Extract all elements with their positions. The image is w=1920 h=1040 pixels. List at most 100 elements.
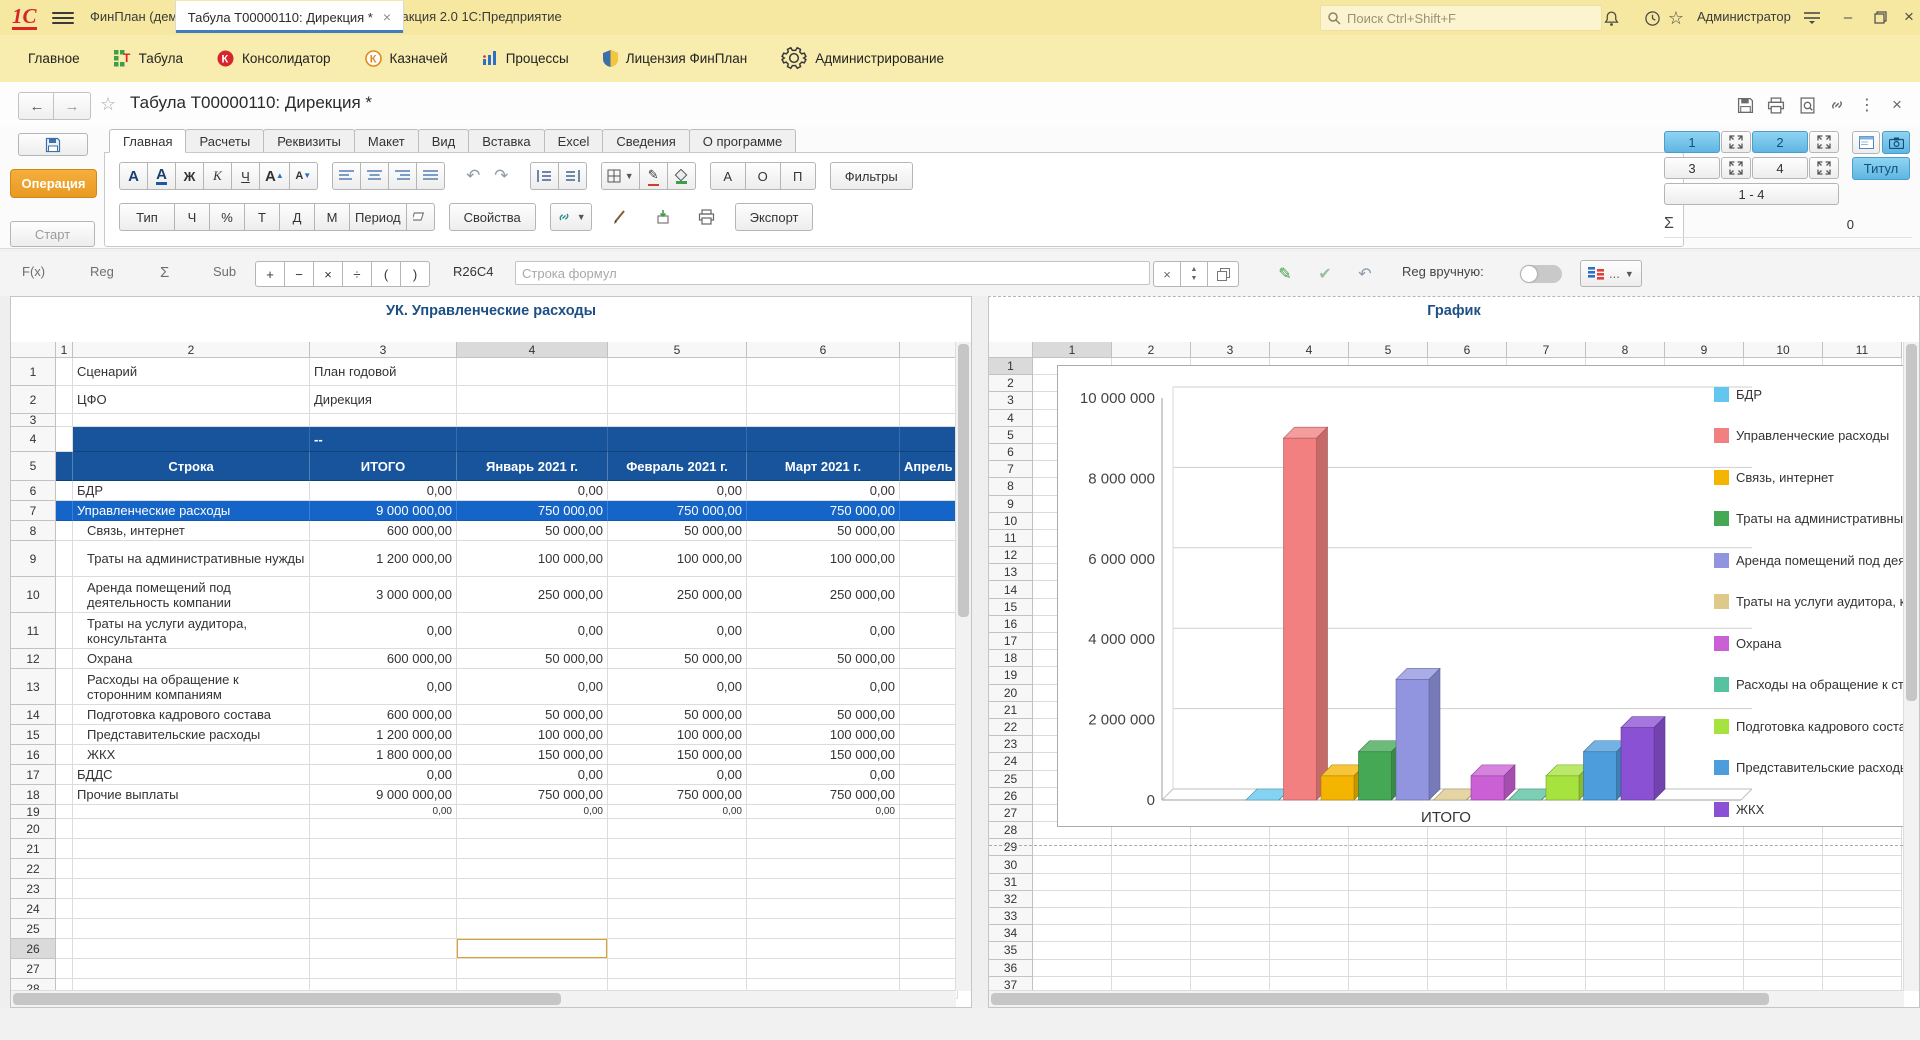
cell[interactable] [1507, 925, 1586, 942]
value-cell[interactable]: 0,00 [310, 481, 457, 501]
panel-view-button[interactable] [1852, 131, 1880, 154]
cell[interactable] [1112, 960, 1191, 977]
page-2-button[interactable]: 2 [1752, 131, 1808, 153]
row-header-10[interactable]: 10 [11, 577, 56, 613]
edit-formula-pencil-icon[interactable]: ✎ [1272, 262, 1298, 286]
menu-item-2[interactable]: ТТабула [100, 46, 197, 71]
preview-icon[interactable] [1794, 93, 1820, 117]
cell[interactable] [310, 859, 457, 879]
cell[interactable] [1428, 874, 1507, 891]
cell[interactable] [1112, 925, 1191, 942]
cell[interactable] [56, 959, 73, 979]
cell[interactable] [1349, 908, 1428, 925]
export-button[interactable]: Экспорт [735, 203, 814, 231]
pane-splitter[interactable] [972, 296, 988, 1008]
row-header-11[interactable]: 11 [11, 613, 56, 649]
menu-item-1[interactable]: Главное [14, 47, 94, 70]
cell[interactable] [56, 358, 73, 386]
cell[interactable] [56, 541, 73, 577]
row-header-28[interactable]: 28 [989, 822, 1033, 839]
type-Период-button[interactable]: Период [349, 203, 407, 231]
cell[interactable] [900, 879, 958, 899]
cell[interactable] [1349, 874, 1428, 891]
cell[interactable] [1586, 839, 1665, 856]
value-cell[interactable]: 1 200 000,00 [310, 725, 457, 745]
print-icon[interactable] [1763, 93, 1789, 117]
row-label-cell[interactable]: Траты на услуги аудитора, консультанта [73, 613, 310, 649]
cell[interactable] [900, 386, 958, 414]
value-cell[interactable]: 50 000,00 [747, 705, 900, 725]
row-header-13[interactable]: 13 [989, 564, 1033, 581]
cell[interactable] [900, 919, 958, 939]
row-header-33[interactable]: 33 [989, 908, 1033, 925]
row-header-8[interactable]: 8 [989, 478, 1033, 495]
cell[interactable] [1507, 839, 1586, 856]
fx-button[interactable]: F(x) [22, 264, 45, 279]
row-label-cell[interactable]: Охрана [73, 649, 310, 669]
cell[interactable] [900, 521, 958, 541]
favorite-star-icon[interactable]: ☆ [100, 94, 116, 115]
column-header-6[interactable]: 6 [747, 342, 900, 358]
row-label-cell[interactable]: БДДС [73, 765, 310, 785]
cell[interactable] [1507, 942, 1586, 959]
cell[interactable] [1428, 925, 1507, 942]
row-header-5[interactable]: 5 [989, 427, 1033, 444]
tab-Главная[interactable]: Главная [109, 129, 186, 153]
cell[interactable] [1033, 839, 1112, 856]
cell[interactable] [56, 649, 73, 669]
history-icon[interactable] [1641, 7, 1663, 29]
cell[interactable] [608, 879, 747, 899]
value-cell[interactable]: 0,00 [608, 765, 747, 785]
cell[interactable] [457, 959, 608, 979]
format-А-button[interactable]: А [710, 162, 746, 190]
meta-label-cell[interactable]: ЦФО [73, 386, 310, 414]
cell[interactable] [1191, 856, 1270, 873]
cell[interactable] [1349, 856, 1428, 873]
expand-page-2-icon[interactable] [1809, 131, 1839, 153]
cell[interactable] [310, 819, 457, 839]
cell[interactable] [1586, 925, 1665, 942]
value-cell[interactable]: 50 000,00 [457, 705, 608, 725]
value-cell[interactable]: 0,00 [457, 805, 608, 819]
tab-Excel[interactable]: Excel [544, 129, 604, 153]
align-right-button[interactable] [388, 162, 417, 190]
cell[interactable] [608, 839, 747, 859]
save-button[interactable] [18, 133, 88, 156]
scroll-thumb[interactable] [958, 344, 969, 617]
cell[interactable] [608, 819, 747, 839]
type-%-button[interactable]: % [209, 203, 245, 231]
user-menu-icon[interactable] [1800, 7, 1824, 27]
cell[interactable] [1191, 891, 1270, 908]
table-grid[interactable]: 1234561СценарийПлан годовой2ЦФОДирекция3… [11, 342, 958, 999]
row-header-27[interactable]: 27 [989, 805, 1033, 822]
cell[interactable] [900, 414, 958, 427]
meta-label-cell[interactable]: Сценарий [73, 358, 310, 386]
cell[interactable] [747, 859, 900, 879]
minimize-icon[interactable]: – [1836, 7, 1860, 27]
cell[interactable] [1428, 891, 1507, 908]
value-cell[interactable]: 750 000,00 [747, 501, 900, 521]
underline-button[interactable]: Ч [231, 162, 260, 190]
row-label-cell[interactable]: Траты на административные нужды [73, 541, 310, 577]
cell[interactable] [1744, 908, 1823, 925]
cell[interactable] [1112, 908, 1191, 925]
value-cell[interactable]: 100 000,00 [457, 541, 608, 577]
indent-decrease-icon[interactable] [530, 162, 559, 190]
cell[interactable] [747, 819, 900, 839]
cell[interactable] [56, 725, 73, 745]
tab-Реквизиты[interactable]: Реквизиты [263, 129, 355, 153]
scroll-thumb[interactable] [13, 993, 561, 1005]
type-Т-button[interactable]: Т [244, 203, 280, 231]
align-left-button[interactable] [332, 162, 361, 190]
cell[interactable] [73, 859, 310, 879]
undo-icon[interactable]: ↶ [459, 162, 488, 190]
cell[interactable] [1744, 874, 1823, 891]
row-header-3[interactable]: 3 [989, 392, 1033, 409]
cell[interactable] [900, 358, 958, 386]
cell[interactable] [608, 899, 747, 919]
cell[interactable] [56, 785, 73, 805]
cell[interactable] [73, 414, 310, 427]
cell[interactable] [1823, 942, 1902, 959]
cell[interactable] [1191, 908, 1270, 925]
column-header-partial[interactable] [900, 342, 958, 358]
